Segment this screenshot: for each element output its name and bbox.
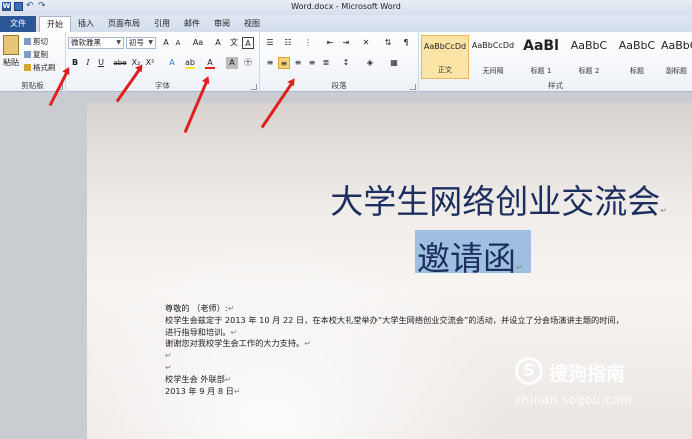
distributed-button[interactable]: ≣: [320, 57, 332, 69]
tab-file[interactable]: 文件: [0, 16, 36, 32]
style-normal[interactable]: AaBbCcDd 正文: [421, 35, 469, 79]
tab-view[interactable]: 视图: [237, 16, 267, 32]
tab-mailings[interactable]: 邮件: [177, 16, 207, 32]
line-spacing-button[interactable]: ↕: [340, 57, 352, 69]
paragraph-group-label: 段落: [331, 81, 347, 90]
font-group: 微软雅黑 ▼ 初号 ▼ A A Aa A 文 A B I U abe X₂ X² A…: [66, 32, 260, 92]
ribbon: 粘贴 剪切 复制 格式刷 剪贴板 微软雅黑 ▼ 初号 ▼ A A Aa A 文 A …: [0, 32, 692, 92]
bullets-button[interactable]: ☰: [264, 37, 276, 49]
chevron-down-icon: ▼: [148, 39, 153, 46]
italic-button[interactable]: I: [82, 57, 94, 69]
superscript-button[interactable]: X²: [144, 57, 156, 69]
ribbon-tabs: 文件 开始 插入 页面布局 引用 邮件 审阅 视图: [0, 15, 692, 32]
align-left-button[interactable]: ≡: [264, 57, 276, 69]
shading-button[interactable]: ◈: [364, 57, 376, 69]
watermark-brand: 搜狗指南: [549, 363, 626, 385]
style-subtitle[interactable]: AaBbC副标题: [661, 35, 692, 79]
justify-button[interactable]: ≡: [306, 57, 318, 69]
font-launcher-icon[interactable]: [251, 84, 257, 90]
tab-page-layout[interactable]: 页面布局: [101, 16, 147, 32]
paste-button[interactable]: 粘贴: [3, 57, 19, 68]
enclose-char-button[interactable]: ㊉: [242, 57, 254, 69]
phonetic-guide-button[interactable]: 文: [228, 37, 240, 49]
font-name-select[interactable]: 微软雅黑 ▼: [68, 37, 124, 49]
show-marks-button[interactable]: ¶: [400, 37, 412, 49]
tab-insert[interactable]: 插入: [71, 16, 101, 32]
multilevel-list-button[interactable]: ⋮: [302, 37, 314, 49]
watermark-url: zhinan.sogou.com: [515, 393, 633, 407]
copy-button[interactable]: 复制: [24, 49, 48, 60]
underline-button[interactable]: U: [95, 57, 107, 69]
style-heading-1[interactable]: AaBl 标题 1: [517, 35, 565, 79]
paste-icon[interactable]: [3, 35, 19, 55]
shrink-font-button[interactable]: A: [172, 37, 184, 49]
font-color-bar: [205, 67, 215, 69]
highlight-button[interactable]: ab: [184, 57, 196, 69]
font-group-label: 字体: [155, 81, 170, 90]
window-title: Word.docx - Microsoft Word: [291, 2, 401, 11]
copy-icon: [24, 51, 31, 58]
chevron-down-icon: ▼: [116, 39, 121, 46]
clipboard-group: 粘贴 剪切 复制 格式刷 剪贴板: [0, 32, 66, 92]
styles-group-label: 样式: [548, 81, 563, 90]
document-subtitle-selected[interactable]: 邀请函↵: [415, 230, 531, 278]
scissors-icon: [24, 38, 31, 45]
style-title[interactable]: AaBbC 标题: [613, 35, 661, 79]
align-right-button[interactable]: ≡: [292, 57, 304, 69]
style-heading-2[interactable]: AaBbC 标题 2: [565, 35, 613, 79]
brush-icon: [24, 64, 31, 71]
paragraph-group: ☰ ☷ ⋮ ⇤ ⇥ ✕ ⇅ ¶ ≡ ≡ ≡ ≡ ≣ ↕ ◈ ▦ 段落: [260, 32, 419, 92]
body-line: 进行指导和培训。↵: [165, 326, 238, 337]
tab-home[interactable]: 开始: [39, 16, 71, 32]
numbering-button[interactable]: ☷: [282, 37, 294, 49]
chinese-layout-button[interactable]: ✕: [360, 37, 372, 49]
tab-references[interactable]: 引用: [147, 16, 177, 32]
sogou-logo-icon: S: [515, 357, 543, 385]
char-border-button[interactable]: A: [242, 37, 254, 49]
clear-format-button[interactable]: A: [212, 37, 224, 49]
style-no-spacing[interactable]: AaBbCcDd 无间隔: [469, 35, 517, 79]
borders-button[interactable]: ▦: [388, 57, 400, 69]
align-center-button[interactable]: ≡: [278, 57, 290, 69]
cut-button[interactable]: 剪切: [24, 36, 48, 47]
strikethrough-button[interactable]: abe: [112, 57, 128, 69]
font-color-button[interactable]: A: [204, 57, 216, 69]
grow-font-button[interactable]: A: [160, 37, 172, 49]
title-bar: W ↶ ↷ Word.docx - Microsoft Word: [0, 0, 692, 15]
paragraph-launcher-icon[interactable]: [410, 84, 416, 90]
body-line: 校学生会兹定于 2013 年 10 月 22 日，在本校大礼堂举办“大学生网络创…: [165, 314, 624, 325]
format-painter-button[interactable]: 格式刷: [24, 62, 56, 73]
decrease-indent-button[interactable]: ⇤: [324, 37, 336, 49]
body-line: 尊敬的 （老师）:↵: [165, 303, 235, 313]
document-title[interactable]: 大学生网络创业交流会↵: [87, 175, 667, 223]
body-line: 谢谢您对我校学生会工作的大力支持。↵: [165, 338, 311, 349]
highlight-color-bar: [185, 67, 195, 69]
char-shading-button[interactable]: A: [226, 57, 238, 69]
increase-indent-button[interactable]: ⇥: [340, 37, 352, 49]
font-size-select[interactable]: 初号 ▼: [126, 37, 156, 49]
change-case-button[interactable]: Aa: [190, 37, 206, 49]
styles-gallery: AaBbCcDd 正文 AaBbCcDd 无间隔 AaBl 标题 1 AaBbC 标题 …: [421, 35, 692, 79]
text-effects-button[interactable]: A: [166, 57, 178, 69]
tab-review[interactable]: 审阅: [207, 16, 237, 32]
sort-button[interactable]: ⇅: [382, 37, 394, 49]
paragraph-mark-icon: ↵: [660, 206, 667, 215]
paragraph-mark-icon: ↵: [516, 263, 523, 272]
sogou-watermark: S 搜狗指南 zhinan.sogou.com: [515, 357, 675, 427]
